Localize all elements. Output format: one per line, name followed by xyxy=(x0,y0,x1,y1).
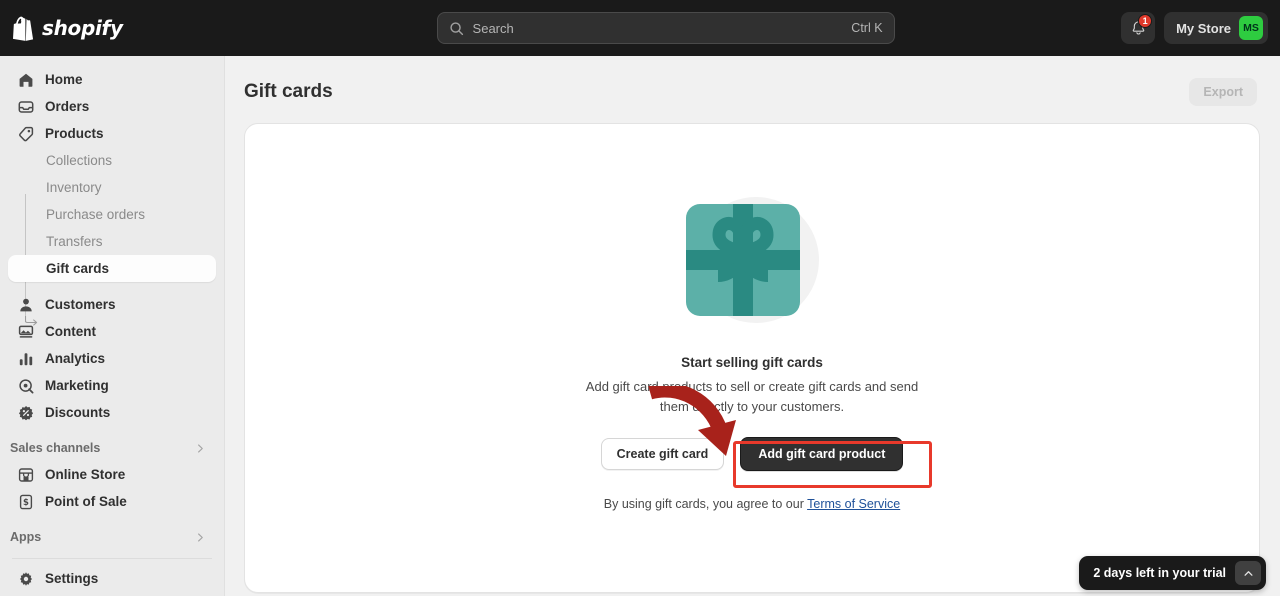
sidebar: Home Orders Products Collections Invento… xyxy=(0,56,225,596)
sidebar-item-label: Point of Sale xyxy=(45,494,127,509)
sidebar-item-inventory[interactable]: Inventory xyxy=(8,174,216,201)
sidebar-item-gift-cards[interactable]: Gift cards xyxy=(8,255,216,282)
add-gift-card-product-button[interactable]: Add gift card product xyxy=(740,437,904,472)
sidebar-item-label: Transfers xyxy=(46,234,103,249)
export-button[interactable]: Export xyxy=(1189,78,1257,106)
terms-prefix-text: By using gift cards, you agree to our xyxy=(603,497,808,512)
sidebar-item-point-of-sale[interactable]: $ Point of Sale xyxy=(8,488,216,515)
top-bar-actions: 1 My Store MS xyxy=(1121,12,1280,44)
sidebar-section-label: Sales channels xyxy=(10,441,101,455)
shopify-logo[interactable]: shopify xyxy=(0,16,210,41)
create-gift-card-button[interactable]: Create gift card xyxy=(600,438,725,471)
main-content: Gift cards Export Start selling gift car… xyxy=(225,56,1280,596)
empty-state-description: Add gift card products to sell or create… xyxy=(585,379,919,415)
sidebar-item-content[interactable]: Content xyxy=(8,318,216,345)
person-icon xyxy=(20,298,32,311)
sidebar-item-label: Purchase orders xyxy=(46,207,146,222)
gift-cards-card: Start selling gift cards Add gift card p… xyxy=(244,123,1260,593)
notifications-button[interactable]: 1 xyxy=(1121,12,1156,44)
sidebar-item-label: Marketing xyxy=(45,378,109,393)
megaphone-target-icon xyxy=(19,378,34,393)
trial-text: 2 days left in your trial xyxy=(1093,566,1226,580)
sidebar-divider xyxy=(12,558,212,559)
store-name: My Store xyxy=(1176,20,1231,36)
store-menu-button[interactable]: My Store MS xyxy=(1164,12,1268,44)
sidebar-item-label: Analytics xyxy=(45,351,106,366)
shopify-wordmark: shopify xyxy=(42,16,123,40)
search-icon xyxy=(449,21,463,35)
sidebar-item-products[interactable]: Products xyxy=(8,120,216,147)
shopify-admin-window: shopify Search Ctrl K 1 My Store MS Home… xyxy=(0,0,1280,596)
product-tag-icon xyxy=(19,126,34,141)
sidebar-item-collections[interactable]: Collections xyxy=(8,147,216,174)
sidebar-item-label: Home xyxy=(45,72,83,87)
sidebar-item-label: Discounts xyxy=(45,405,111,420)
search-region: Search Ctrl K xyxy=(210,12,1121,44)
terms-notice: By using gift cards, you agree to our Te… xyxy=(604,497,900,511)
sidebar-item-purchase-orders[interactable]: Purchase orders xyxy=(8,201,216,228)
search-input[interactable]: Search Ctrl K xyxy=(436,12,895,44)
page-title: Gift cards xyxy=(244,81,333,102)
empty-state: Start selling gift cards Add gift card p… xyxy=(245,124,1259,511)
trial-banner: 2 days left in your trial xyxy=(1079,556,1266,590)
sidebar-item-transfers[interactable]: Transfers xyxy=(8,228,216,255)
sidebar-item-label: Products xyxy=(45,126,104,141)
sidebar-section-label: Apps xyxy=(10,530,42,544)
sidebar-section-apps[interactable]: Apps xyxy=(8,524,216,550)
empty-state-actions: Create gift card Add gift card product xyxy=(600,437,904,472)
sidebar-item-customers[interactable]: Customers xyxy=(8,291,216,318)
chevron-up-icon xyxy=(1243,570,1253,576)
gift-card-icon xyxy=(686,197,819,323)
discount-badge-icon xyxy=(18,405,34,420)
sidebar-item-label: Online Store xyxy=(45,467,126,482)
chevron-right-icon xyxy=(198,443,203,453)
sidebar-item-label: Content xyxy=(45,324,96,339)
svg-text:$: $ xyxy=(23,498,29,508)
sidebar-item-home[interactable]: Home xyxy=(8,66,216,93)
top-bar: shopify Search Ctrl K 1 My Store MS xyxy=(0,0,1280,56)
empty-state-title: Start selling gift cards xyxy=(681,355,823,370)
sidebar-item-online-store[interactable]: Online Store xyxy=(8,461,216,488)
sidebar-item-label: Customers xyxy=(45,297,116,312)
sidebar-section-sales-channels[interactable]: Sales channels xyxy=(8,435,216,461)
avatar: MS xyxy=(1239,16,1263,40)
terms-of-service-link[interactable]: Terms of Service xyxy=(807,497,900,511)
sidebar-item-label: Inventory xyxy=(46,180,102,195)
notification-badge: 1 xyxy=(1138,14,1153,28)
sidebar-item-label: Orders xyxy=(45,99,90,114)
pos-terminal-icon: $ xyxy=(19,494,33,509)
sidebar-item-label: Collections xyxy=(46,153,113,168)
sidebar-item-label: Gift cards xyxy=(46,261,110,276)
search-shortcut-hint: Ctrl K xyxy=(851,21,883,35)
shopify-bag-icon xyxy=(13,16,34,41)
content-image-icon xyxy=(18,325,34,338)
sidebar-item-settings[interactable]: Settings xyxy=(8,565,216,592)
page-header: Gift cards Export xyxy=(225,56,1280,106)
trial-expand-button[interactable] xyxy=(1235,561,1261,585)
orders-inbox-icon xyxy=(18,100,34,113)
storefront-icon xyxy=(18,467,34,482)
home-icon xyxy=(19,73,33,87)
sidebar-item-discounts[interactable]: Discounts xyxy=(8,399,216,426)
search-placeholder: Search xyxy=(472,20,514,36)
chevron-right-icon xyxy=(198,532,203,542)
sidebar-item-marketing[interactable]: Marketing xyxy=(8,372,216,399)
gear-icon xyxy=(19,571,33,586)
sidebar-item-analytics[interactable]: Analytics xyxy=(8,345,216,372)
bar-chart-icon xyxy=(19,352,33,365)
sidebar-item-orders[interactable]: Orders xyxy=(8,93,216,120)
sidebar-item-label: Settings xyxy=(45,571,99,586)
